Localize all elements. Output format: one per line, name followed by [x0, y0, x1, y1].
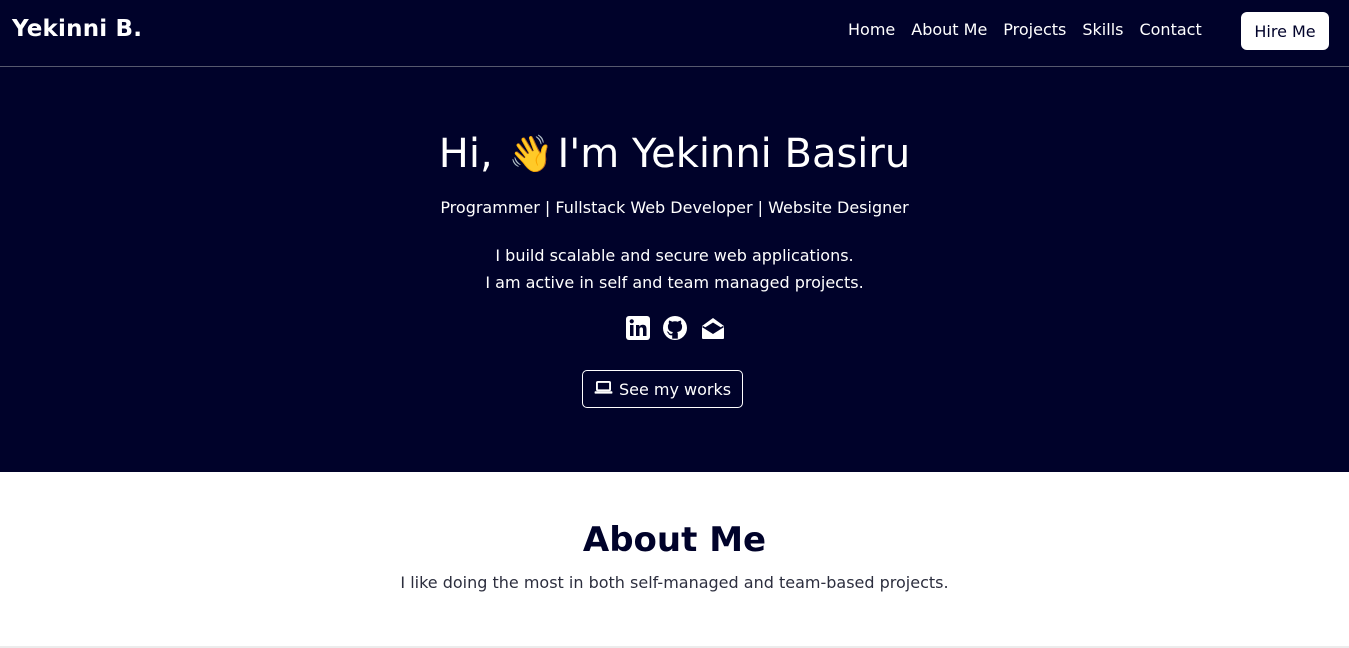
hero-desc-line-1: I build scalable and secure web applicat…: [495, 246, 854, 265]
hire-me-button[interactable]: Hire Me: [1241, 12, 1329, 50]
nav-link-skills[interactable]: Skills: [1082, 20, 1123, 39]
about-section: About Me I like doing the most in both s…: [0, 472, 1349, 648]
hero-description: I build scalable and secure web applicat…: [0, 242, 1349, 296]
laptop-icon: [594, 380, 613, 399]
nav-link-about[interactable]: About Me: [911, 20, 987, 39]
see-my-works-label: See my works: [618, 379, 732, 399]
linkedin-icon[interactable]: [625, 315, 651, 341]
hero-roles: Programmer | Fullstack Web Developer | W…: [440, 198, 909, 217]
wave-icon: 👋: [508, 134, 554, 175]
hero-title: Hi, 👋 I'm Yekinni Basiru: [0, 131, 1349, 177]
nav-link-contact[interactable]: Contact: [1139, 20, 1201, 39]
social-links: [0, 315, 1349, 341]
about-text: I like doing the most in both self-manag…: [400, 573, 949, 592]
brand-logo[interactable]: Yekinni B.: [12, 16, 142, 42]
nav-link-home[interactable]: Home: [848, 20, 895, 39]
see-my-works-button[interactable]: See my works: [582, 370, 743, 408]
hero-greeting: Hi,: [438, 131, 493, 177]
github-icon[interactable]: [662, 315, 688, 341]
nav-link-projects[interactable]: Projects: [1003, 20, 1066, 39]
about-title: About Me: [582, 520, 767, 560]
hero-desc-line-2: I am active in self and team managed pro…: [485, 273, 864, 292]
envelope-open-icon[interactable]: [699, 315, 725, 341]
hero-section: Hi, 👋 I'm Yekinni Basiru Programmer | Fu…: [0, 67, 1349, 472]
hero-name: I'm Yekinni Basiru: [557, 131, 911, 177]
navbar: Yekinni B. Home About Me Projects Skills…: [0, 0, 1349, 67]
nav-links: Home About Me Projects Skills Contact: [848, 20, 1218, 39]
